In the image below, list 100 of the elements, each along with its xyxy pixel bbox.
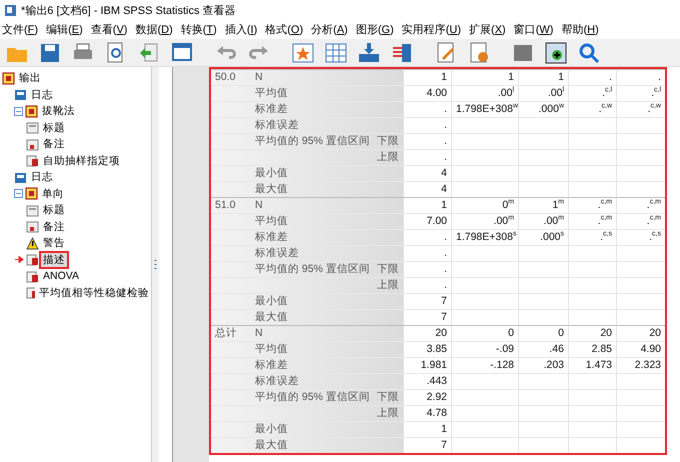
table-cell: 7.00 — [403, 213, 451, 229]
outline-item[interactable]: ANOVA — [41, 270, 81, 282]
empty-cell — [518, 309, 568, 325]
log-icon — [14, 88, 27, 102]
row-label: 最大值 — [255, 183, 288, 195]
outline-item[interactable]: 日志 — [29, 170, 55, 184]
table-cell: .$^{c,w}$ — [568, 101, 616, 117]
empty-cell — [616, 277, 665, 293]
empty-cell — [518, 117, 568, 133]
menu-item[interactable]: 帮助(H) — [559, 22, 605, 37]
empty-cell — [518, 293, 568, 309]
empty-cell — [451, 165, 518, 181]
table-cell: .000$^{s}$ — [518, 229, 568, 245]
table-icon — [26, 286, 35, 300]
outline-item[interactable]: 日志 — [29, 88, 55, 102]
menu-item[interactable]: 扩展(X) — [467, 22, 512, 37]
bound-label: 上限 — [377, 151, 399, 163]
table-cell: 1 — [451, 69, 518, 85]
empty-cell — [451, 405, 518, 421]
book-icon — [25, 104, 38, 118]
menu-item[interactable]: 数据(D) — [133, 22, 179, 37]
empty-cell — [518, 405, 568, 421]
empty-cell — [451, 309, 518, 325]
empty-cell — [616, 245, 665, 261]
search-icon — [577, 40, 601, 64]
collapse-toggle-icon[interactable] — [14, 189, 23, 198]
table-cell: 0$^{m}$ — [451, 197, 518, 213]
row-label: 标准误差 — [255, 247, 299, 259]
menu-item[interactable]: 文件(F) — [0, 22, 44, 37]
empty-cell — [568, 309, 616, 325]
row-label: N — [255, 199, 263, 211]
menu-item[interactable]: 编辑(E) — [44, 22, 89, 37]
empty-cell — [568, 117, 616, 133]
app-icon — [4, 4, 17, 16]
table-cell: .$^{c,m}$ — [568, 213, 616, 229]
outline-item[interactable]: 描述 — [41, 252, 67, 267]
empty-cell — [518, 165, 568, 181]
menu-item[interactable]: 实用程序(U) — [400, 22, 468, 37]
menu-item[interactable]: 格式(O) — [263, 22, 310, 37]
menu-item[interactable]: 分析(A) — [309, 22, 354, 37]
group-label: 总计 — [215, 327, 237, 339]
menu-item[interactable]: 窗口(W) — [512, 22, 560, 37]
empty-cell — [616, 309, 665, 325]
row-label: 平均值的 95% 置信区间 — [255, 263, 370, 275]
table-cell: 20 — [403, 325, 451, 341]
row-label: N — [255, 327, 263, 339]
empty-cell — [568, 405, 616, 421]
note-icon — [26, 220, 39, 234]
outline-item[interactable]: 标题 — [41, 120, 67, 135]
empty-cell — [616, 181, 665, 197]
table-cell: 1 — [403, 197, 451, 213]
outline-item[interactable]: 自助抽样指定项 — [41, 154, 122, 168]
menu-item[interactable]: 查看(V) — [88, 22, 134, 37]
row-label: 最小值 — [255, 423, 288, 435]
outline-item[interactable]: 标题 — [41, 203, 67, 218]
outline-item[interactable]: 拔靴法 — [40, 104, 77, 118]
outline-item[interactable]: 备注 — [41, 137, 67, 152]
row-label: 标准差 — [255, 103, 288, 115]
table-cell: 0 — [518, 325, 568, 341]
outline-item[interactable]: 输出 — [17, 71, 43, 86]
empty-cell — [568, 261, 616, 277]
empty-cell — [568, 245, 616, 261]
add-window-icon — [544, 40, 568, 64]
table-cell: 1$^{m}$ — [518, 197, 568, 213]
menu-item[interactable]: 转换(T) — [178, 22, 223, 37]
outline-item[interactable]: 备注 — [41, 220, 67, 234]
outline-item[interactable]: 警告 — [41, 236, 67, 250]
empty-cell — [518, 261, 568, 277]
empty-cell — [451, 277, 518, 293]
table-cell: 4.90 — [616, 341, 665, 357]
empty-cell — [568, 165, 616, 181]
row-label: N — [255, 71, 263, 83]
menu-item[interactable]: 图形(G) — [354, 22, 400, 37]
table-cell: 3.85 — [403, 341, 451, 357]
empty-cell — [568, 293, 616, 309]
group-label: 51.0 — [215, 199, 236, 211]
menu-item[interactable]: 插入(I) — [222, 22, 264, 37]
empty-cell — [616, 165, 665, 181]
outline-item[interactable]: 平均值相等性稳健检验 — [37, 286, 151, 300]
table-cell: 1.798E+308$^{w}$ — [451, 101, 518, 117]
empty-cell — [616, 421, 665, 437]
table-cell: -.09 — [451, 341, 518, 357]
empty-cell — [616, 389, 665, 405]
table-cell: .000$^{w}$ — [518, 101, 568, 117]
empty-cell — [616, 405, 665, 421]
empty-cell — [568, 373, 616, 389]
table-cell: 7 — [403, 293, 451, 309]
outline-item[interactable]: 单向 — [40, 186, 66, 201]
table-cell: .46 — [518, 341, 568, 357]
table-cell: 1 — [403, 69, 451, 85]
empty-cell — [568, 181, 616, 197]
table-cell: 7 — [403, 309, 451, 325]
table-cell: 4 — [403, 181, 451, 197]
empty-cell — [518, 245, 568, 261]
empty-cell — [518, 149, 568, 165]
table-cell: . — [403, 117, 451, 133]
collapse-toggle-icon[interactable] — [14, 106, 23, 116]
empty-cell — [616, 149, 665, 165]
empty-cell — [451, 421, 518, 437]
empty-cell — [568, 277, 616, 293]
